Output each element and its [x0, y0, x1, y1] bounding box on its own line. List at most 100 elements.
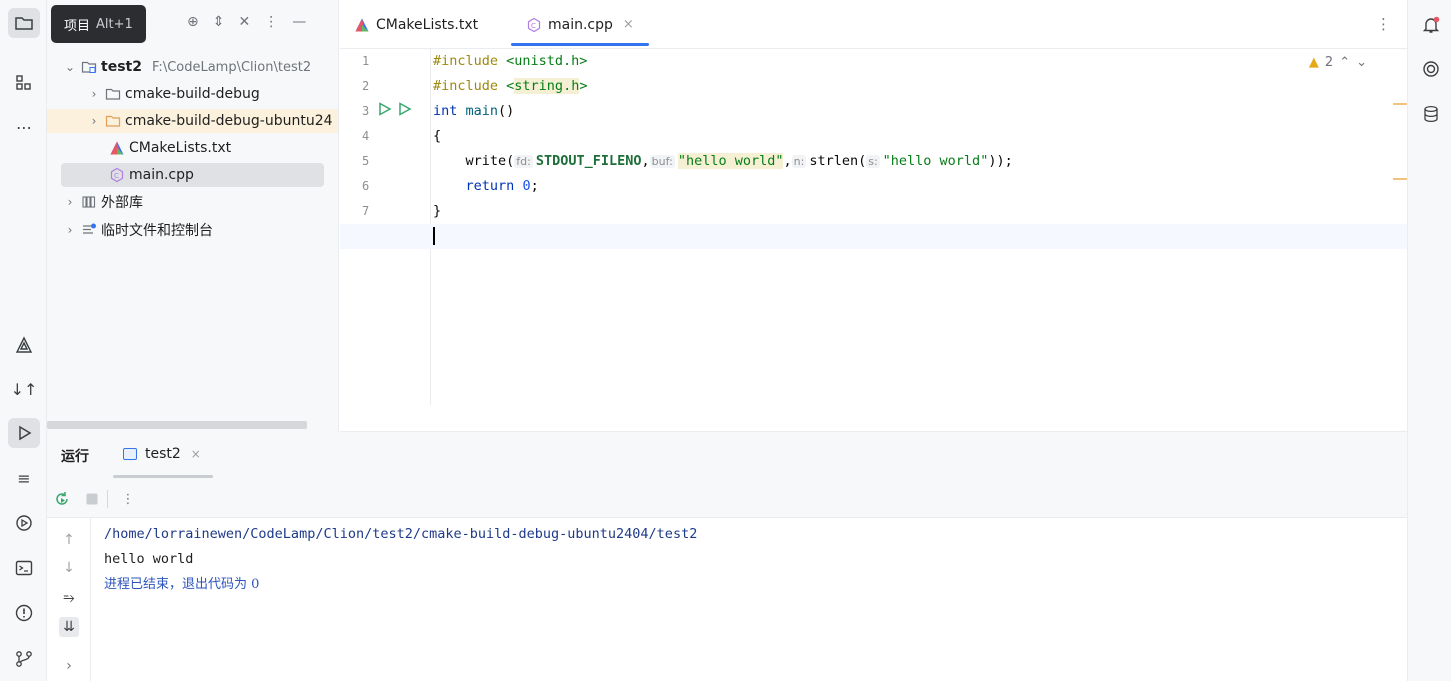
text-caret — [433, 227, 435, 245]
root-name: test2 — [101, 59, 142, 75]
module-folder-icon — [80, 59, 98, 75]
sort-arrows-icon[interactable]: ↓↑ — [8, 374, 40, 404]
folder-icon[interactable] — [8, 8, 40, 38]
run-tab-label: test2 — [145, 446, 181, 462]
run-side-toolbar: ↑ ↓ ⥱ ⇊ › — [47, 518, 91, 681]
folder-icon — [104, 113, 122, 129]
chevron-right-icon[interactable]: › — [87, 87, 101, 101]
tree-item-root[interactable]: ⌄ test2 F:\CodeLamp\Clion\test2 — [47, 55, 338, 79]
toolbar-separator — [107, 490, 108, 508]
tooltip-label: 项目 — [64, 18, 91, 34]
hide-icon[interactable]: — — [292, 14, 306, 30]
line-number: 6 — [362, 179, 370, 193]
cmake-icon[interactable] — [8, 330, 40, 360]
tree-item-label: CMakeLists.txt — [129, 140, 232, 156]
more-options-icon[interactable]: ⋮ — [119, 490, 137, 508]
scroll-to-end-icon[interactable]: ⇊ — [59, 617, 79, 637]
left-tool-strip: ⋯ ↓↑ ≡ — [0, 0, 47, 681]
run-gutter-icon[interactable] — [378, 102, 392, 116]
tab-cmakelists[interactable]: CMakeLists.txt — [354, 0, 478, 49]
active-tab-indicator — [511, 43, 649, 46]
tree-item-external-libs[interactable]: › 外部库 — [47, 190, 338, 214]
problems-icon[interactable] — [8, 598, 40, 628]
terminal-icon[interactable] — [8, 553, 40, 583]
code-line: write(fd: STDOUT_FILENO, buf: "hello world"… — [465, 153, 1013, 169]
stop-icon[interactable] — [83, 490, 101, 508]
close-icon[interactable]: × — [623, 17, 634, 32]
structure-icon[interactable] — [8, 68, 40, 98]
chevron-right-icon[interactable]: › — [87, 114, 101, 128]
tree-item-main-cpp[interactable]: C main.cpp — [61, 163, 324, 187]
line-number: 4 — [362, 129, 370, 143]
editor-tabs: CMakeLists.txt C main.cpp × ⋮ — [340, 0, 1407, 49]
ai-assistant-icon[interactable] — [1418, 56, 1444, 82]
run-config-icon — [123, 448, 137, 460]
chevron-right-icon[interactable]: › — [59, 656, 79, 676]
project-tooltip: 项目 Alt+1 — [51, 5, 146, 43]
param-hint: buf: — [649, 155, 675, 168]
run-tab-test2[interactable]: test2 × — [123, 446, 201, 462]
notifications-icon[interactable] — [1418, 12, 1444, 38]
soft-wrap-icon[interactable]: ⥱ — [59, 588, 79, 608]
tab-options-icon[interactable]: ⋮ — [1376, 15, 1391, 33]
arrow-down-icon[interactable]: ↓ — [59, 558, 79, 578]
services-icon[interactable] — [8, 508, 40, 538]
chevron-right-icon[interactable]: › — [63, 223, 77, 237]
param-hint: n: — [791, 155, 807, 168]
run-icon[interactable] — [8, 418, 40, 448]
code-editor[interactable]: 1 2 3 4 5 6 7 8 ▲ 2 ⌃ ⌄ #include <unistd… — [340, 49, 1407, 432]
code-line: #include <unistd.h> — [433, 53, 588, 69]
console-line: hello world — [104, 551, 194, 567]
scratches-icon — [80, 222, 98, 238]
active-run-tab-indicator — [113, 475, 213, 478]
more-icon[interactable]: ⋯ — [8, 112, 40, 142]
database-icon[interactable] — [1418, 101, 1444, 127]
close-icon[interactable]: × — [191, 447, 201, 461]
cpp-file-icon: C — [527, 17, 541, 32]
current-code-line — [340, 224, 1407, 249]
run-gutter-icon[interactable] — [398, 102, 412, 116]
lines-icon[interactable]: ≡ — [8, 463, 40, 493]
library-icon — [80, 194, 98, 210]
code-line: int main() — [433, 103, 515, 119]
project-panel: ⊕ ⇕ ✕ ⋮ — ⌄ test2 F:\CodeLamp\Clion\test… — [47, 0, 339, 432]
expand-icon[interactable]: ⇕ — [213, 14, 225, 30]
tree-item-cmake-build-debug-ubuntu[interactable]: › cmake-build-debug-ubuntu24 — [47, 109, 338, 133]
chevron-right-icon[interactable]: › — [63, 195, 77, 209]
svg-text:C: C — [531, 22, 536, 30]
tab-label: CMakeLists.txt — [376, 16, 479, 33]
line-number: 2 — [362, 79, 370, 93]
tree-item-cmakelists[interactable]: CMakeLists.txt — [47, 136, 338, 160]
tree-item-label: 外部库 — [101, 195, 143, 211]
code-line: return 0; — [465, 178, 539, 194]
rerun-icon[interactable] — [53, 490, 71, 508]
run-panel: 运行 test2 × ⋮ ↑ ↓ ⥱ ⇊ › /home/lorrainewen… — [47, 432, 1407, 681]
code-line: { — [433, 128, 442, 144]
tree-item-label: cmake-build-debug-ubuntu24 — [125, 113, 333, 129]
tree-item-label: main.cpp — [129, 167, 194, 183]
options-icon[interactable]: ⋮ — [264, 14, 278, 30]
cmake-file-icon — [108, 140, 126, 156]
arrow-up-icon[interactable]: ↑ — [59, 530, 79, 550]
locate-icon[interactable]: ⊕ — [187, 14, 199, 30]
code-line: #include <string.h> — [433, 78, 588, 94]
tree-item-cmake-build-debug[interactable]: › cmake-build-debug — [47, 82, 338, 106]
chevron-down-icon[interactable]: ⌄ — [63, 60, 77, 74]
git-branch-icon[interactable] — [8, 644, 40, 674]
tab-main-cpp[interactable]: C main.cpp × — [526, 0, 634, 49]
console-output[interactable]: /home/lorrainewen/CodeLamp/Clion/test2/c… — [104, 522, 697, 597]
tab-label: main.cpp — [548, 16, 613, 33]
tooltip-shortcut: Alt+1 — [96, 16, 133, 32]
console-line: 进程已结束，退出代码为 0 — [104, 577, 260, 592]
collapse-icon[interactable]: ✕ — [238, 14, 250, 30]
project-scrollbar[interactable] — [47, 421, 307, 429]
param-hint: fd: — [514, 155, 533, 168]
run-panel-title: 运行 — [61, 449, 89, 465]
tree-item-label: 临时文件和控制台 — [101, 223, 213, 239]
svg-text:C: C — [114, 172, 119, 180]
line-number: 7 — [362, 204, 370, 218]
param-hint: s: — [866, 155, 880, 168]
folder-icon — [104, 86, 122, 102]
run-toolbar: ⋮ — [47, 480, 1407, 518]
tree-item-scratches[interactable]: › 临时文件和控制台 — [47, 218, 338, 242]
